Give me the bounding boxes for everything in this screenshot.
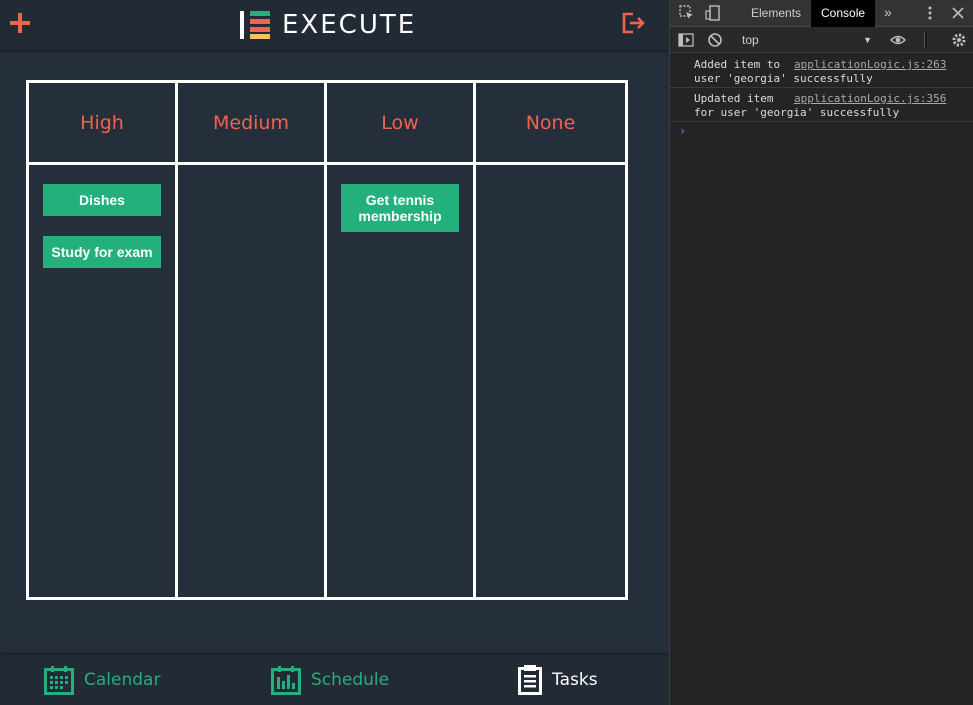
- brand-name: EXECUTE: [282, 10, 417, 40]
- console-toolbar: top ▼: [670, 27, 973, 53]
- clear-console-icon[interactable]: [707, 32, 723, 48]
- devtools-tabbar: Elements Console »: [670, 0, 973, 27]
- column-low: Low Get tennis membership: [327, 83, 476, 597]
- column-body-high: Dishes Study for exam: [29, 165, 175, 268]
- calendar-icon: [44, 666, 74, 695]
- context-value: top: [742, 33, 759, 47]
- bottom-nav: Calendar Schedule Tasks: [0, 655, 669, 705]
- devtools-panel: Elements Console » top ▼ Added item to u…: [669, 0, 973, 705]
- column-medium: Medium: [178, 83, 327, 597]
- column-header-medium: Medium: [178, 83, 324, 165]
- tab-console[interactable]: Console: [811, 0, 876, 27]
- logout-icon: [622, 12, 645, 34]
- console-log: Added item to user 'georgia' successfull…: [670, 54, 973, 138]
- column-high: High Dishes Study for exam: [29, 83, 178, 597]
- tab-elements[interactable]: Elements: [742, 0, 810, 27]
- schedule-icon: [271, 666, 301, 695]
- clipboard-icon: [518, 665, 542, 695]
- log-message-line2: user 'georgia' successfully: [694, 72, 873, 85]
- priority-board: High Dishes Study for exam Medium Low Ge…: [26, 80, 628, 600]
- column-none: None: [476, 83, 625, 597]
- nav-tasks[interactable]: Tasks: [518, 655, 598, 705]
- column-body-medium: [178, 165, 324, 184]
- context-selector[interactable]: top ▼: [734, 30, 874, 50]
- nav-calendar[interactable]: Calendar: [44, 655, 160, 705]
- task-card[interactable]: Study for exam: [43, 236, 161, 268]
- app-header: EXECUTE: [0, 0, 669, 50]
- column-header-low: Low: [327, 83, 473, 165]
- log-source-link[interactable]: applicationLogic.js:263: [794, 58, 946, 72]
- settings-gear-icon[interactable]: [951, 32, 967, 48]
- console-prompt[interactable]: ›: [670, 122, 973, 138]
- log-source-link[interactable]: applicationLogic.js:356: [794, 92, 946, 106]
- kebab-menu-icon[interactable]: [922, 5, 938, 21]
- nav-calendar-label: Calendar: [84, 670, 161, 690]
- task-card[interactable]: Get tennis membership: [341, 184, 459, 232]
- device-toolbar-icon[interactable]: [705, 5, 721, 21]
- nav-tasks-label: Tasks: [552, 670, 598, 690]
- app-window: EXECUTE High Dishes Study for exam Mediu…: [0, 0, 669, 705]
- sidebar-toggle-icon[interactable]: [678, 32, 694, 48]
- dropdown-arrow-icon: ▼: [863, 35, 872, 45]
- execute-logo-icon: [240, 11, 270, 39]
- logout-button[interactable]: [621, 11, 647, 35]
- log-message-line1: Updated item: [694, 92, 774, 105]
- log-entry: Added item to user 'georgia' successfull…: [670, 54, 973, 88]
- column-header-none: None: [476, 83, 625, 165]
- log-entry: Updated item for user 'georgia' successf…: [670, 88, 973, 122]
- column-body-none: [476, 165, 625, 184]
- more-tabs-button[interactable]: »: [884, 4, 892, 20]
- nav-schedule[interactable]: Schedule: [271, 655, 389, 705]
- add-task-button[interactable]: [8, 11, 32, 35]
- brand: EXECUTE: [240, 11, 416, 39]
- log-message-line2: for user 'georgia' successfully: [694, 106, 900, 119]
- log-message-line1: Added item to: [694, 58, 781, 71]
- filter-input[interactable]: [924, 32, 927, 48]
- nav-schedule-label: Schedule: [311, 670, 390, 690]
- close-icon[interactable]: [950, 5, 966, 21]
- eye-icon[interactable]: [890, 32, 906, 48]
- task-card[interactable]: Dishes: [43, 184, 161, 216]
- inspect-element-icon[interactable]: [679, 5, 695, 21]
- plus-icon: [10, 13, 30, 33]
- column-body-low: Get tennis membership: [327, 165, 473, 232]
- column-header-high: High: [29, 83, 175, 165]
